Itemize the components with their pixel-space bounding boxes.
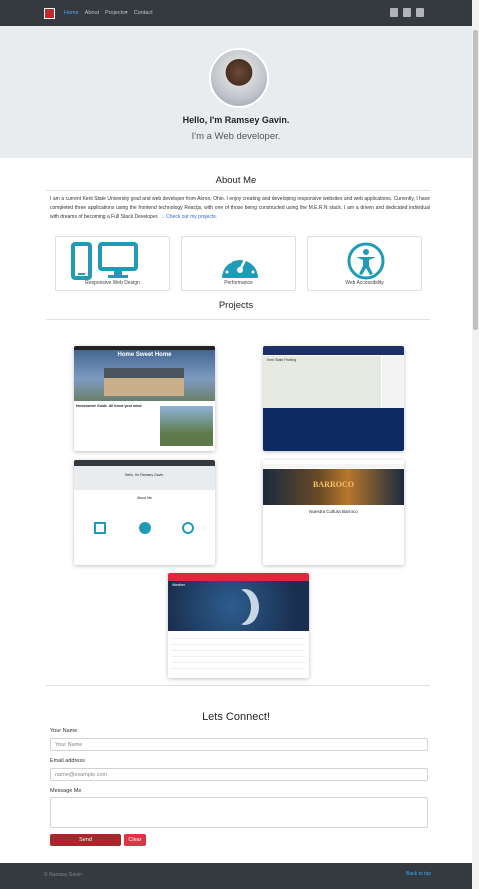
project-title: Home Sweet Home	[117, 352, 172, 358]
nav-links: Home About Projects▾ Contact	[64, 10, 153, 16]
project-card-weather[interactable]: Weather	[168, 573, 309, 678]
gauge-icon	[222, 253, 258, 278]
navbar: Home About Projects▾ Contact	[0, 0, 472, 26]
house-shape	[104, 368, 184, 396]
project-caption: Nuestra Cultura Barroco	[309, 509, 358, 514]
skill-responsive: Responsive Web Design	[55, 236, 170, 291]
project-caption: About Me	[137, 496, 152, 500]
hero-section: Hello, I'm Ramsey Gavin. I'm a Web devel…	[0, 26, 472, 158]
back-to-top-link[interactable]: Back to top	[406, 871, 431, 877]
hero-greeting: Hello, I'm Ramsey Gavin.	[182, 115, 290, 125]
about-text: I am a current Kent State University gra…	[50, 195, 430, 222]
skill-label: Performance	[224, 280, 253, 286]
thumb-footer	[263, 408, 404, 451]
nav-home[interactable]: Home	[64, 10, 79, 16]
document-icon[interactable]	[390, 8, 398, 17]
contact-divider	[46, 685, 430, 686]
copyright: © Ramsey Gavin	[44, 872, 82, 878]
email-label: Email address	[50, 758, 85, 764]
name-label: Your Name	[50, 728, 78, 734]
thumb-table	[172, 633, 305, 673]
message-label: Message Me	[50, 788, 82, 794]
moon-shape	[223, 589, 251, 625]
thumb-header	[168, 573, 309, 581]
brand-logo[interactable]	[44, 7, 55, 19]
chevron-down-icon: ▾	[124, 10, 128, 16]
project-title: Kent State Parking	[267, 358, 297, 362]
thumb-header	[263, 346, 404, 355]
about-divider	[46, 190, 430, 191]
about-heading: About Me	[215, 175, 257, 186]
project-caption: Homeowner Guide. All home your mind.	[76, 404, 143, 408]
nav-projects[interactable]: Projects▾	[105, 10, 128, 16]
github-icon[interactable]	[416, 8, 424, 17]
skill-label: Web Accessibility	[345, 280, 384, 286]
nav-about[interactable]: About	[85, 10, 99, 16]
hero-subtitle: I'm a Web developer.	[191, 131, 281, 142]
about-paragraph: I am a current Kent State University gra…	[50, 196, 430, 220]
project-title: BARROCO	[313, 480, 354, 489]
thumb-map	[263, 356, 381, 408]
contact-heading: Lets Connect!	[202, 711, 270, 723]
avatar	[209, 48, 269, 108]
nav-contact[interactable]: Contact	[134, 10, 153, 16]
project-card-barroco[interactable]: BARROCO Nuestra Cultura Barroco	[263, 460, 404, 565]
house-photo	[160, 406, 213, 446]
linkedin-icon[interactable]	[403, 8, 411, 17]
thumb-icon	[182, 522, 194, 534]
thumb-sidebar	[382, 356, 404, 408]
scrollbar[interactable]	[472, 0, 479, 889]
social-icons	[390, 8, 424, 17]
thumb-navbar	[263, 464, 404, 468]
projects-divider	[46, 319, 430, 320]
devices-icon	[71, 242, 138, 280]
send-button[interactable]: Send	[50, 834, 121, 846]
skill-label: Responsive Web Design	[85, 280, 140, 286]
footer: © Ramsey Gavin Back to top	[0, 863, 472, 889]
thumb-navbar	[74, 346, 215, 350]
name-field[interactable]: Your Name	[50, 738, 428, 751]
thumb-icon	[94, 522, 106, 534]
project-card-home[interactable]: Home Sweet Home Homeowner Guide. All hom…	[74, 346, 215, 451]
projects-link[interactable]: → Check out my projects.	[160, 214, 217, 220]
project-card-parking[interactable]: Kent State Parking	[263, 346, 404, 451]
message-textarea[interactable]	[50, 797, 428, 828]
thumb-icon	[139, 522, 151, 534]
project-title: Hello, I'm Ramsey Gavin.	[124, 473, 165, 477]
email-field[interactable]: name@example.com	[50, 768, 428, 781]
project-title: Weather	[172, 583, 186, 587]
nav-projects-label: Projects	[105, 10, 125, 16]
skill-performance: Performance	[181, 236, 296, 291]
thumb-hero	[74, 466, 215, 490]
skill-accessibility: Web Accessibility	[307, 236, 422, 291]
clear-button[interactable]: Clear	[124, 834, 146, 846]
scrollbar-thumb[interactable]	[473, 30, 478, 330]
projects-heading: Projects	[218, 300, 254, 311]
accessibility-icon	[347, 242, 385, 280]
project-card-portfolio[interactable]: Hello, I'm Ramsey Gavin. About Me	[74, 460, 215, 565]
